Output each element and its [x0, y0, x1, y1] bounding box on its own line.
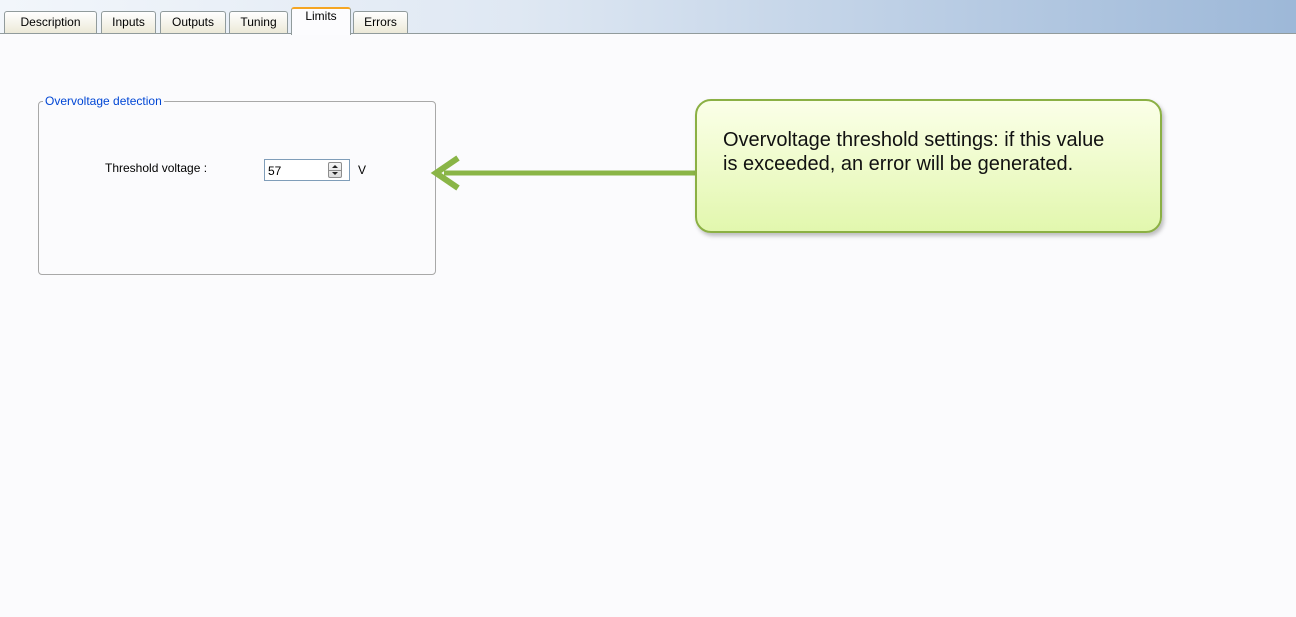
tab-label: Tuning: [240, 15, 277, 29]
tab-inputs[interactable]: Inputs: [101, 11, 156, 33]
spinner-down-icon[interactable]: [329, 170, 341, 177]
tab-strip: Description Inputs Outputs Tuning Limits…: [0, 0, 1296, 35]
threshold-voltage-spinner[interactable]: [328, 162, 342, 178]
tab-description[interactable]: Description: [4, 11, 97, 33]
tab-label: Inputs: [112, 15, 145, 29]
callout-text: Overvoltage threshold settings: if this …: [723, 129, 1105, 175]
arrow-left-icon: [430, 155, 696, 191]
tab-outputs[interactable]: Outputs: [160, 11, 226, 33]
unit-label: V: [358, 163, 367, 177]
groupbox-title: Overvoltage detection: [43, 93, 164, 109]
tab-label: Errors: [364, 15, 397, 29]
callout-note: Overvoltage threshold settings: if this …: [695, 99, 1162, 233]
tab-errors[interactable]: Errors: [353, 11, 408, 33]
tab-limits[interactable]: Limits: [291, 7, 351, 35]
tab-label: Limits: [305, 9, 337, 23]
tab-tuning[interactable]: Tuning: [229, 11, 288, 33]
overvoltage-groupbox: Overvoltage detection Threshold voltage …: [38, 93, 436, 275]
threshold-voltage-label: Threshold voltage :: [105, 161, 208, 175]
tab-label: Outputs: [171, 15, 215, 29]
tab-label: Description: [20, 15, 81, 29]
